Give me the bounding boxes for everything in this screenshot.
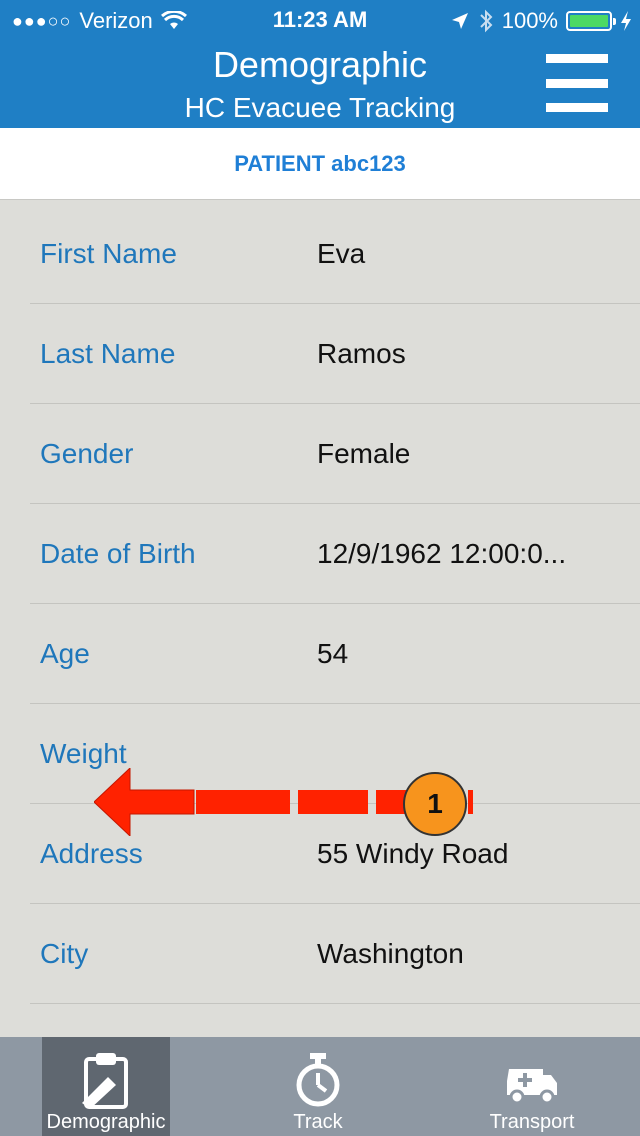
field-row-city[interactable]: City Washington [30,904,640,1004]
field-label: Address [40,838,143,869]
tab-label: Demographic [46,1111,166,1133]
field-value[interactable]: 12/9/1962 12:00:0... [317,538,607,570]
tab-label: Transport [489,1111,575,1133]
demographic-form: First Name Eva Last Name Ramos Gender Fe… [0,204,640,1004]
field-value[interactable]: 55 Windy Road [317,838,607,870]
tab-transport[interactable]: Transport [468,1037,596,1136]
tab-track[interactable]: Track [254,1037,382,1136]
field-row-age[interactable]: Age 54 [30,604,640,704]
bluetooth-icon [480,9,493,33]
battery-percent: 100% [501,8,558,33]
location-arrow-icon [451,13,468,29]
patient-id: PATIENT abc123 [234,150,406,176]
stopwatch-icon [254,1051,382,1109]
field-label: Date of Birth [40,538,196,569]
field-row-first-name[interactable]: First Name Eva [30,204,640,304]
tab-demographic[interactable]: Demographic [42,1037,170,1136]
battery-icon [566,11,616,31]
menu-line [546,103,608,112]
tab-bar: Demographic Track Transport [0,1037,640,1136]
field-row-last-name[interactable]: Last Name Ramos [30,304,640,404]
field-value[interactable]: Eva [317,238,607,270]
battery-level [570,15,608,27]
field-label: First Name [40,238,177,269]
field-value[interactable]: Female [317,438,607,470]
field-value[interactable]: Washington [317,938,607,970]
tab-label: Track [293,1111,343,1133]
menu-line [546,54,608,63]
field-label: City [40,938,89,969]
field-value[interactable]: Ramos [317,338,607,370]
page-title: Demographic [212,44,428,85]
field-row-gender[interactable]: Gender Female [30,404,640,504]
field-value[interactable]: 54 [317,638,607,670]
app-subtitle: HC Evacuee Tracking [184,92,456,123]
field-label: Weight [40,738,127,769]
clipboard-icon [42,1051,170,1109]
field-row-date-of-birth[interactable]: Date of Birth 12/9/1962 12:00:0... [30,504,640,604]
patient-header: PATIENT abc123 [0,128,640,200]
field-label: Age [40,638,90,669]
ambulance-icon [468,1051,596,1109]
field-label: Last Name [40,338,176,369]
status-bar: ●●●○○ Verizon 11:23 AM 100% [0,0,640,40]
step-number-badge: 1 [403,772,467,836]
field-label: Gender [40,438,134,469]
status-right: 100% [450,8,632,34]
menu-line [546,78,608,88]
charging-bolt-icon [621,11,631,31]
hamburger-menu-icon[interactable] [546,52,608,114]
nav-bar: Demographic HC Evacuee Tracking [0,40,640,128]
